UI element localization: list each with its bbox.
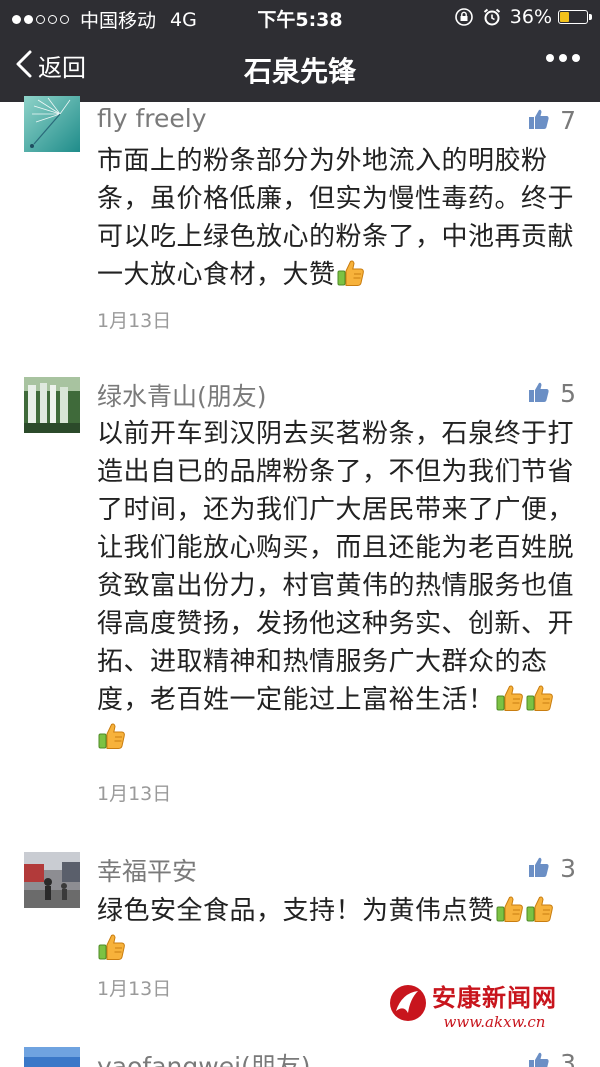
comment-author[interactable]: 幸福平安 xyxy=(97,852,197,888)
rotation-lock-icon xyxy=(454,7,474,27)
comment-text-content: 以前开车到汉阴去买茗粉条，石泉终于打造出自已的品牌粉条了，不但为我们节省了时间，… xyxy=(97,419,575,715)
top-bar: 中国移动 4G 下午5:38 36% 返回 石泉先锋 xyxy=(0,0,600,102)
like-button[interactable]: 3 xyxy=(528,1049,576,1067)
thumbs-up-emoji-icon xyxy=(525,683,555,713)
comment-text-content: 绿色安全食品，支持！为黄伟点赞 xyxy=(97,896,495,926)
like-count: 7 xyxy=(560,106,576,135)
comment-item: yaofangwei(朋友) 3 xyxy=(0,1045,600,1067)
thumbs-up-icon xyxy=(528,381,550,407)
like-button[interactable]: 5 xyxy=(528,379,576,408)
thumbs-up-emoji-group xyxy=(336,260,366,290)
more-options-icon[interactable] xyxy=(541,54,580,62)
thumbs-up-icon xyxy=(528,108,550,134)
avatar[interactable] xyxy=(24,852,80,908)
comment-date: 1月13日 xyxy=(97,783,172,805)
page-title: 石泉先锋 xyxy=(243,55,356,88)
comment-author[interactable]: fly freely xyxy=(97,104,207,133)
like-count: 3 xyxy=(560,854,576,883)
comment-author[interactable]: yaofangwei(朋友) xyxy=(97,1047,311,1067)
thumbs-up-emoji-icon xyxy=(495,683,525,713)
battery-percent: 36% xyxy=(509,6,552,28)
nav-bar: 返回 石泉先锋 xyxy=(0,34,600,102)
comment-text: 以前开车到汉阴去买茗粉条，石泉终于打造出自已的品牌粉条了，不但为我们节省了时间，… xyxy=(97,415,577,757)
status-bar: 中国移动 4G 下午5:38 36% xyxy=(0,0,600,34)
akxw-logo-icon xyxy=(388,983,428,1027)
thumbs-up-emoji-icon xyxy=(97,721,127,751)
thumbs-up-emoji-icon xyxy=(525,894,555,924)
alarm-clock-icon xyxy=(482,7,502,27)
thumbs-up-icon xyxy=(528,1051,550,1067)
battery-level-fill xyxy=(560,12,569,22)
avatar[interactable] xyxy=(24,377,80,433)
comment-text: 绿色安全食品，支持！为黄伟点赞 xyxy=(97,892,577,968)
thumbs-up-emoji-icon xyxy=(336,258,366,288)
watermark-url: www.akxw.cn xyxy=(443,1013,546,1031)
comment-text: 市面上的粉条部分为外地流入的明胶粉条，虽价格低廉，但实为慢性毒药。终于可以吃上绿… xyxy=(97,142,577,294)
news-watermark: 安康新闻网 www.akxw.cn xyxy=(388,978,557,1031)
comment-item: fly freely 7 市面上的粉条部分为外地流入的明胶粉条，虽价格低廉，但实… xyxy=(0,96,600,342)
thumbs-up-icon xyxy=(528,856,550,882)
like-count: 5 xyxy=(560,379,576,408)
avatar[interactable] xyxy=(24,1047,80,1067)
thumbs-up-emoji-icon xyxy=(495,894,525,924)
status-right: 36% xyxy=(446,6,592,28)
like-button[interactable]: 3 xyxy=(528,854,576,883)
comment-date: 1月13日 xyxy=(97,310,172,332)
comment-author[interactable]: 绿水青山(朋友) xyxy=(97,377,267,413)
comment-date: 1月13日 xyxy=(97,978,172,1000)
like-button[interactable]: 7 xyxy=(528,106,576,135)
avatar[interactable] xyxy=(24,96,80,152)
battery-icon xyxy=(558,10,592,24)
thumbs-up-emoji-icon xyxy=(97,932,127,962)
like-count: 3 xyxy=(560,1049,576,1067)
watermark-name: 安康新闻网 xyxy=(432,983,557,1012)
comment-item: 绿水青山(朋友) 5 以前开车到汉阴去买茗粉条，石泉终于打造出自已的品牌粉条了，… xyxy=(0,375,600,815)
